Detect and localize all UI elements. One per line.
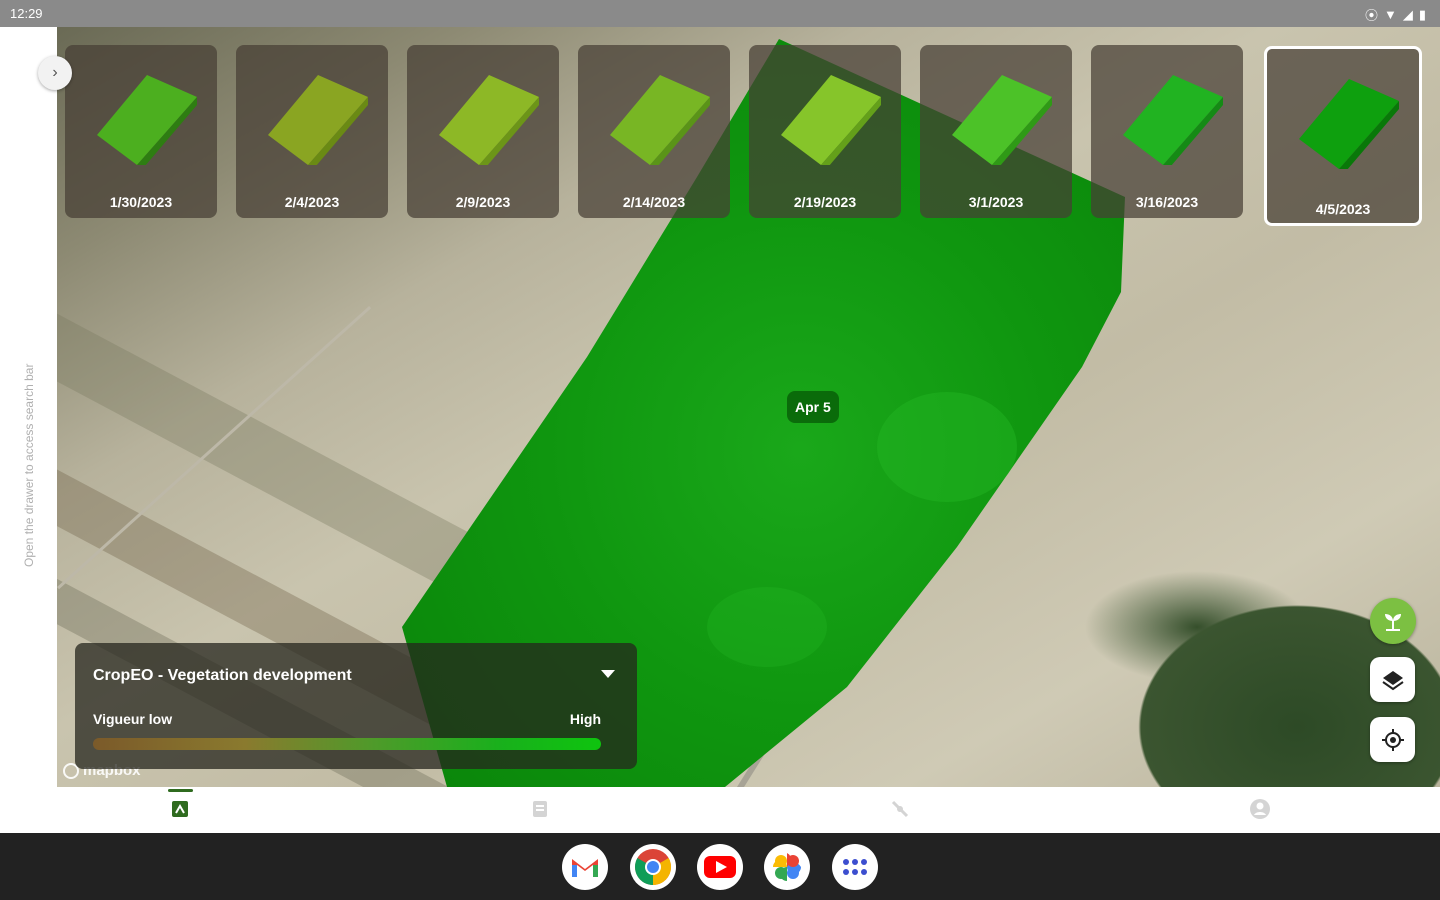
photos-app[interactable]	[764, 844, 810, 890]
legend-color-scale	[93, 738, 601, 750]
system-icons: ⦿ ▼ ◢ ▮	[1365, 5, 1426, 24]
signal-icon: ◢	[1402, 6, 1413, 22]
thumbnail-item[interactable]: 1/30/2023	[65, 45, 217, 218]
layers-icon	[1381, 670, 1404, 690]
status-time: 12:29	[10, 6, 43, 21]
app-launcher-icon	[843, 859, 867, 875]
drawer-hint: Open the drawer to access search bar	[22, 363, 36, 567]
thumbnail-date: 2/19/2023	[793, 194, 857, 210]
nav-account[interactable]	[1248, 797, 1272, 821]
dropdown-caret-icon[interactable]	[601, 670, 615, 678]
field-thumbnail-icon	[781, 75, 881, 165]
my-location-button[interactable]	[1370, 717, 1415, 762]
legend-low-label: Vigueur low	[93, 711, 173, 727]
account-icon	[1250, 799, 1270, 819]
active-tab-indicator	[168, 789, 193, 792]
drawer-strip[interactable]: Open the drawer to access search bar	[0, 27, 57, 787]
my-location-icon	[1381, 728, 1404, 751]
map-date-label: Apr 5	[787, 391, 839, 423]
plant-icon	[1385, 614, 1401, 631]
chrome-icon	[634, 849, 672, 885]
open-drawer-button[interactable]: ›	[38, 56, 72, 90]
thumbnail-item[interactable]: 3/1/2023	[920, 45, 1072, 218]
thumbnail-item[interactable]: 2/9/2023	[407, 45, 559, 218]
field-thumbnail-icon	[97, 75, 197, 165]
thumbnail-item[interactable]: 2/4/2023	[236, 45, 388, 218]
document-icon	[533, 801, 547, 817]
legend-panel: CropEO - Vegetation development Vigueur …	[75, 643, 637, 769]
satellite-icon	[891, 800, 909, 818]
field-thumbnail-icon	[268, 75, 368, 165]
thumbnail-item[interactable]: 3/16/2023	[1091, 45, 1243, 218]
thumbnail-item[interactable]: 2/19/2023	[749, 45, 901, 218]
youtube-icon	[704, 856, 736, 878]
layers-button[interactable]	[1370, 657, 1415, 702]
bottom-navigation	[0, 787, 1440, 833]
thumbnail-date: 3/1/2023	[968, 194, 1024, 210]
thumbnail-item-selected[interactable]: 4/5/2023	[1264, 46, 1422, 226]
nav-documents[interactable]	[528, 797, 552, 821]
location-icon: ⦿	[1364, 8, 1378, 23]
wifi-icon: ▼	[1383, 7, 1397, 22]
legend-high-label: High	[569, 711, 601, 727]
system-taskbar	[0, 833, 1440, 900]
thumbnail-item[interactable]: 2/14/2023	[578, 45, 730, 218]
thumbnail-date: 3/16/2023	[1135, 194, 1199, 210]
thumbnail-date: 2/4/2023	[284, 194, 340, 210]
app-launcher[interactable]	[832, 844, 878, 890]
thumbnail-date: 4/5/2023	[1315, 201, 1371, 217]
field-thumbnail-icon	[439, 75, 539, 165]
field-thumbnail-icon	[1123, 75, 1223, 165]
status-bar: 12:29 ⦿ ▼ ◢ ▮	[0, 0, 1440, 27]
chrome-app[interactable]	[630, 844, 676, 890]
field-thumbnail-icon	[1299, 79, 1399, 169]
thumbnail-date: 1/30/2023	[109, 194, 173, 210]
youtube-app[interactable]	[697, 844, 743, 890]
thumbnail-date: 2/14/2023	[622, 194, 686, 210]
plant-button[interactable]	[1370, 598, 1416, 644]
field-thumbnail-icon	[952, 75, 1052, 165]
chevron-right-icon: ›	[52, 64, 58, 81]
nav-fields[interactable]	[168, 797, 192, 821]
fields-icon	[172, 801, 188, 817]
gmail-icon	[572, 859, 598, 877]
nav-satellite[interactable]	[888, 797, 912, 821]
thumbnail-date: 2/9/2023	[455, 194, 511, 210]
battery-icon: ▮	[1418, 6, 1426, 22]
layer-selector[interactable]: CropEO - Vegetation development	[93, 667, 352, 685]
field-thumbnail-icon	[610, 75, 710, 165]
gmail-app[interactable]	[562, 844, 608, 890]
photos-icon	[773, 853, 801, 881]
